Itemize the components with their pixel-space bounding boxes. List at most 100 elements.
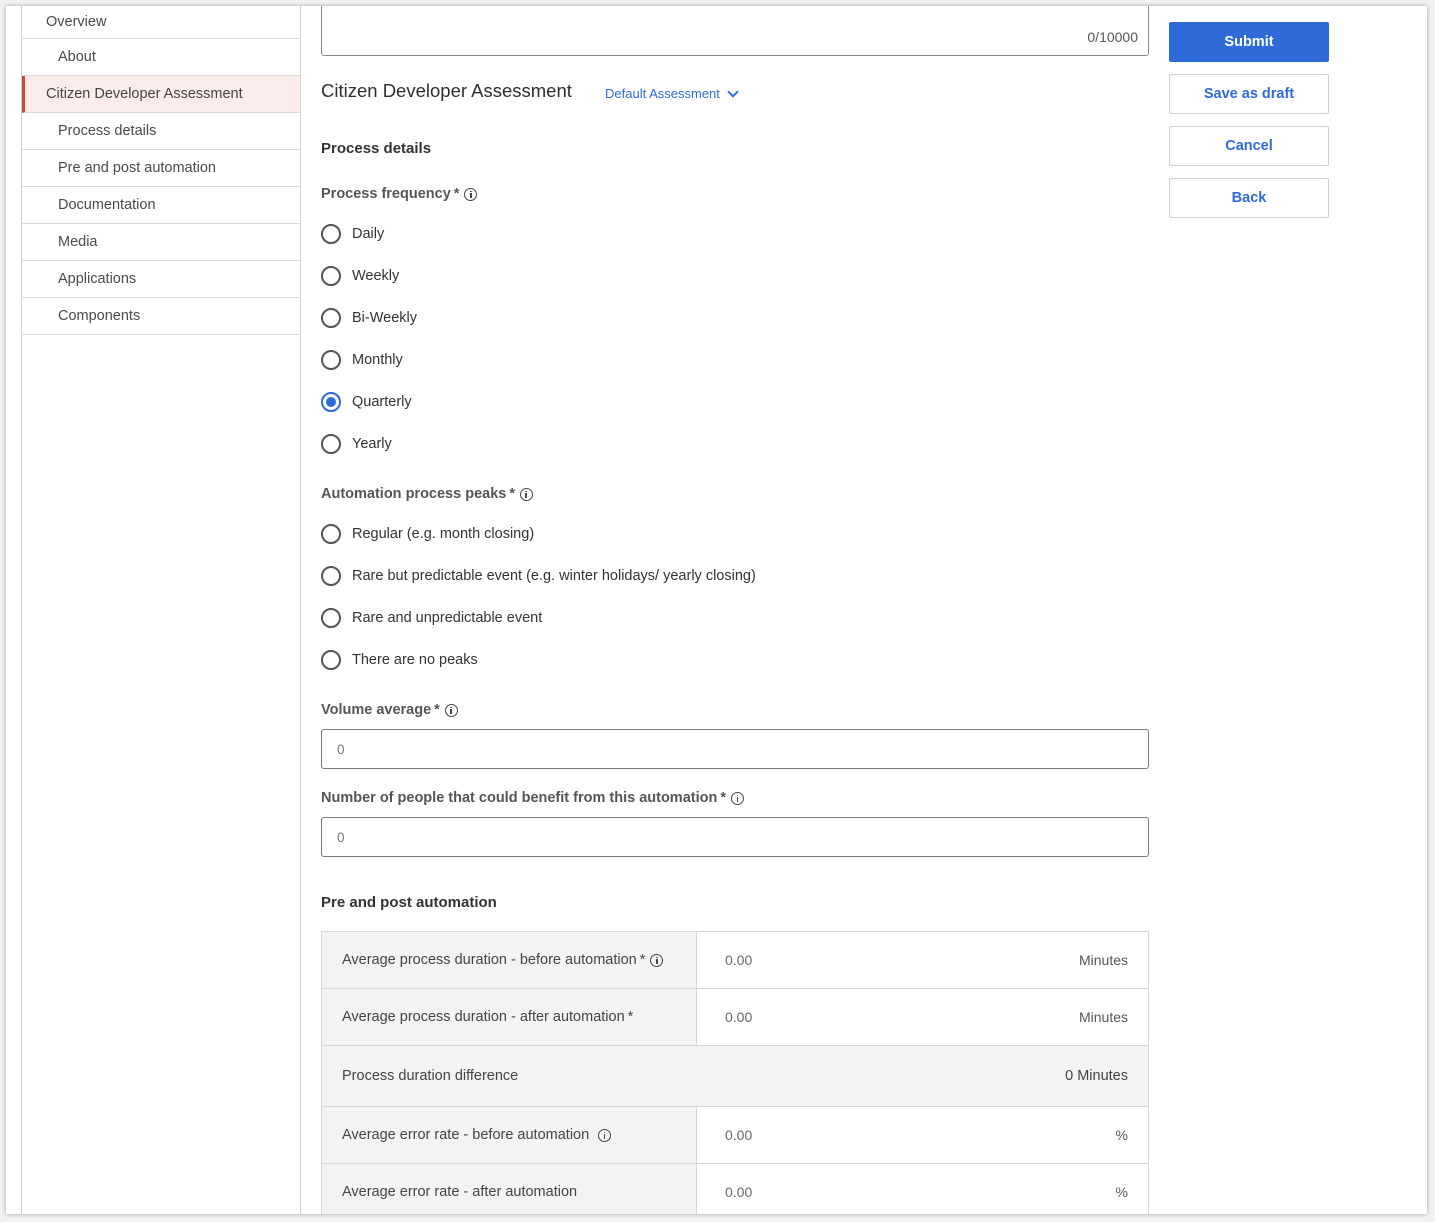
radio-label: Daily <box>352 226 385 242</box>
sidebar-item-label: About <box>58 49 96 65</box>
metric-label-text: Average process duration - after automat… <box>342 1009 625 1025</box>
duration-before-input[interactable]: 0.00 Minutes <box>697 932 1148 988</box>
radio-button[interactable] <box>321 308 341 328</box>
metric-value: 0 Minutes <box>1065 1068 1128 1084</box>
sidebar-item-overview[interactable]: Overview <box>22 6 300 39</box>
table-row: Average error rate - before automation 0… <box>322 1107 1148 1164</box>
info-icon[interactable] <box>444 703 458 717</box>
pre-post-heading: Pre and post automation <box>321 894 497 911</box>
radio-button[interactable] <box>321 650 341 670</box>
metric-value: 0.00 <box>725 952 753 968</box>
error-rate-after-input[interactable]: 0.00 % <box>697 1164 1148 1214</box>
volume-average-label-text: Volume average <box>321 702 432 718</box>
sidebar-item-label: Components <box>58 308 141 324</box>
frequency-option-yearly[interactable]: Yearly <box>321 434 392 454</box>
assessment-title: Citizen Developer Assessment <box>321 80 572 101</box>
sidebar-item-about[interactable]: About <box>22 39 300 76</box>
radio-button[interactable] <box>321 608 341 628</box>
radio-label: Rare but predictable event (e.g. winter … <box>352 568 756 584</box>
radio-button[interactable] <box>321 434 341 454</box>
peaks-option-regular[interactable]: Regular (e.g. month closing) <box>321 524 534 544</box>
duration-after-input[interactable]: 0.00 Minutes <box>697 989 1148 1045</box>
peaks-option-no-peaks[interactable]: There are no peaks <box>321 650 478 670</box>
metric-label-text: Average error rate - before automation <box>342 1127 590 1143</box>
metric-label: Average error rate - after automation <box>322 1164 697 1214</box>
peaks-option-rare-predictable[interactable]: Rare but predictable event (e.g. winter … <box>321 566 756 586</box>
required-marker: * <box>509 486 515 502</box>
process-peaks-label-text: Automation process peaks <box>321 486 507 502</box>
metric-unit: % <box>1115 1184 1128 1200</box>
required-marker: * <box>453 186 460 202</box>
process-frequency-label: Process frequency * <box>321 186 478 202</box>
volume-average-input[interactable]: 0 <box>321 729 1149 769</box>
submit-button[interactable]: Submit <box>1169 22 1329 62</box>
sidebar-item-label: Applications <box>58 271 137 287</box>
frequency-option-monthly[interactable]: Monthly <box>321 350 403 370</box>
table-row: Average process duration - before automa… <box>322 932 1148 989</box>
info-icon[interactable] <box>464 187 478 201</box>
metric-label-text: Process duration difference <box>342 1068 519 1084</box>
sidebar-item-media[interactable]: Media <box>22 224 300 261</box>
required-marker: * <box>434 702 440 718</box>
required-marker: * <box>627 1009 634 1025</box>
metric-unit: Minutes <box>1078 952 1128 968</box>
sidebar-item-label: Overview <box>46 14 107 30</box>
radio-button[interactable] <box>321 350 341 370</box>
metric-unit: Minutes <box>1078 1009 1128 1025</box>
save-draft-button[interactable]: Save as draft <box>1169 74 1329 114</box>
metric-label: Average process duration - before automa… <box>322 932 697 988</box>
frequency-option-daily[interactable]: Daily <box>321 224 384 244</box>
radio-button[interactable] <box>321 266 341 286</box>
radio-label: Quarterly <box>352 394 412 410</box>
radio-label: Rare and unpredictable event <box>352 610 543 626</box>
sidebar: Overview About Citizen Developer Assessm… <box>21 6 301 1214</box>
radio-label: Regular (e.g. month closing) <box>352 526 535 542</box>
cancel-button[interactable]: Cancel <box>1169 126 1329 166</box>
assessment-dropdown[interactable]: Default Assessment <box>605 85 739 101</box>
metric-value: 0.00 <box>725 1184 753 1200</box>
radio-button[interactable] <box>321 224 341 244</box>
description-textarea[interactable]: 0/10000 <box>321 6 1149 56</box>
info-icon[interactable] <box>519 487 533 501</box>
required-marker: * <box>720 790 726 806</box>
chevron-down-icon <box>727 85 739 98</box>
radio-button[interactable] <box>321 524 341 544</box>
peaks-option-rare-unpredictable[interactable]: Rare and unpredictable event <box>321 608 542 628</box>
sidebar-item-label: Citizen Developer Assessment <box>46 86 243 102</box>
sidebar-item-pre-post-automation[interactable]: Pre and post automation <box>22 150 300 187</box>
sidebar-item-label: Documentation <box>58 197 156 213</box>
frequency-option-quarterly[interactable]: Quarterly <box>321 392 412 412</box>
sidebar-item-citizen-developer-assessment[interactable]: Citizen Developer Assessment <box>22 76 300 113</box>
process-peaks-label: Automation process peaks * <box>321 486 533 502</box>
sidebar-item-process-details[interactable]: Process details <box>22 113 300 150</box>
sidebar-item-documentation[interactable]: Documentation <box>22 187 300 224</box>
radio-label: Yearly <box>352 436 392 452</box>
people-benefit-value: 0 <box>337 829 345 845</box>
radio-label: Monthly <box>352 352 403 368</box>
info-icon[interactable] <box>731 791 744 805</box>
assessment-dropdown-value: Default Assessment <box>605 86 720 101</box>
radio-label: Bi-Weekly <box>352 310 417 326</box>
radio-label: Weekly <box>352 268 400 284</box>
info-icon[interactable] <box>650 953 664 967</box>
back-button[interactable]: Back <box>1169 178 1329 218</box>
sidebar-item-label: Pre and post automation <box>58 160 216 176</box>
frequency-option-weekly[interactable]: Weekly <box>321 266 399 286</box>
error-rate-before-input[interactable]: 0.00 % <box>697 1107 1148 1163</box>
radio-label: There are no peaks <box>352 652 478 668</box>
metric-label: Average process duration - after automat… <box>322 989 697 1045</box>
sidebar-item-components[interactable]: Components <box>22 298 300 335</box>
radio-button[interactable] <box>321 566 341 586</box>
people-benefit-label: Number of people that could benefit from… <box>321 790 744 806</box>
people-benefit-input[interactable]: 0 <box>321 817 1149 857</box>
radio-button-selected[interactable] <box>321 392 341 412</box>
table-row: Average process duration - after automat… <box>322 989 1148 1046</box>
table-row: Average error rate - after automation 0.… <box>322 1164 1148 1214</box>
volume-average-value: 0 <box>337 741 345 757</box>
metric-label-text: Average error rate - after automation <box>342 1184 578 1200</box>
action-panel: Submit Save as draft Cancel Back <box>1169 22 1329 230</box>
process-frequency-label-text: Process frequency <box>321 186 451 202</box>
frequency-option-bi-weekly[interactable]: Bi-Weekly <box>321 308 417 328</box>
sidebar-item-applications[interactable]: Applications <box>22 261 300 298</box>
info-icon[interactable] <box>598 1128 612 1142</box>
